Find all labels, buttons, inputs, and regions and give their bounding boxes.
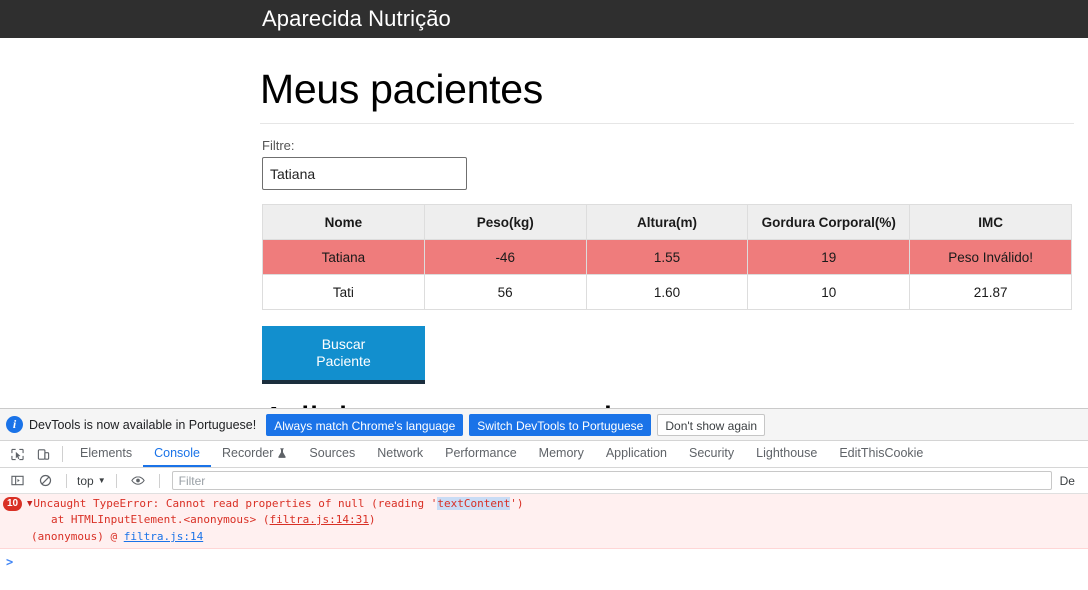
tab-label: Lighthouse xyxy=(756,446,818,460)
error-summary-line: 10 ▼ Uncaught TypeError: Cannot read pro… xyxy=(0,496,1088,512)
devtools-panel: i DevTools is now available in Portugues… xyxy=(0,408,1088,590)
cell-imc: 21.87 xyxy=(909,274,1072,310)
tab-application[interactable]: Application xyxy=(595,441,678,467)
toolbar-divider xyxy=(115,473,117,488)
origin-source-link[interactable]: filtra.js:14 xyxy=(124,530,203,543)
stack-source-link[interactable]: filtra.js:14:31 xyxy=(270,513,369,526)
column-header-nome: Nome xyxy=(262,204,425,240)
flask-icon xyxy=(277,447,287,459)
column-header-imc: IMC xyxy=(909,204,1072,240)
filter-label: Filtre: xyxy=(262,138,295,153)
title-divider xyxy=(260,123,1074,124)
tab-performance[interactable]: Performance xyxy=(434,441,528,467)
cell-altura: 1.60 xyxy=(585,274,749,310)
devtools-tab-strip: Elements Console Recorder Sources Networ… xyxy=(0,441,1088,468)
error-count-badge: 10 xyxy=(3,497,22,511)
error-stack-line: at HTMLInputElement.<anonymous> (filtra.… xyxy=(0,512,1088,528)
devtools-language-notice: i DevTools is now available in Portugues… xyxy=(0,409,1088,441)
tab-editthiscookie[interactable]: EditThisCookie xyxy=(828,441,934,467)
error-text-after: ') xyxy=(510,497,524,510)
console-error-message[interactable]: 10 ▼ Uncaught TypeError: Cannot read pro… xyxy=(0,494,1088,549)
info-icon: i xyxy=(6,416,23,433)
cell-peso: -46 xyxy=(423,239,587,275)
cell-imc: Peso Inválido! xyxy=(909,239,1072,275)
cell-altura: 1.55 xyxy=(585,239,749,275)
search-button-label-line2: Paciente xyxy=(316,353,371,369)
web-page-viewport: Aparecida Nutrição Meus pacientes Filtre… xyxy=(0,0,1088,408)
page-title: Meus pacientes xyxy=(260,66,543,112)
inspect-element-icon[interactable] xyxy=(4,441,30,467)
log-levels-selector[interactable]: De xyxy=(1060,474,1078,488)
stack-prefix: at HTMLInputElement.<anonymous> ( xyxy=(51,513,270,526)
column-header-altura: Altura(m) xyxy=(585,204,749,240)
tab-label: Console xyxy=(154,446,200,460)
tab-security[interactable]: Security xyxy=(678,441,745,467)
table-row[interactable]: Tati 56 1.60 10 21.87 xyxy=(262,274,1072,310)
tab-elements[interactable]: Elements xyxy=(69,441,143,467)
error-origin-line: (anonymous) @ filtra.js:14 xyxy=(0,529,1088,545)
filter-input[interactable] xyxy=(262,157,467,190)
cell-nome: Tati xyxy=(262,274,425,310)
tab-label: Security xyxy=(688,446,735,460)
tab-console[interactable]: Console xyxy=(143,441,211,467)
tab-lighthouse[interactable]: Lighthouse xyxy=(745,441,828,467)
clear-console-icon[interactable] xyxy=(32,474,58,487)
site-brand-title: Aparecida Nutrição xyxy=(262,6,451,31)
live-expression-icon[interactable] xyxy=(125,474,151,487)
device-toolbar-icon[interactable] xyxy=(30,441,56,467)
toolbar-divider xyxy=(62,446,63,462)
page-container: Meus pacientes Filtre: Nome Peso(kg) Alt… xyxy=(258,38,1074,408)
error-text-before: Uncaught TypeError: Cannot read properti… xyxy=(33,497,438,510)
tab-label: Elements xyxy=(80,446,133,460)
column-header-gordura: Gordura Corporal(%) xyxy=(747,204,911,240)
toolbar-divider xyxy=(66,473,67,488)
context-label: top xyxy=(77,473,94,488)
cell-nome: Tatiana xyxy=(262,239,425,275)
error-text: Uncaught TypeError: Cannot read properti… xyxy=(33,496,524,512)
search-patient-button[interactable]: Buscar Paciente xyxy=(262,326,425,384)
tab-network[interactable]: Network xyxy=(366,441,434,467)
prompt-chevron-icon: > xyxy=(6,554,14,569)
toolbar-divider xyxy=(158,473,160,488)
column-header-peso: Peso(kg) xyxy=(423,204,587,240)
origin-prefix: (anonymous) @ xyxy=(31,530,124,543)
tab-memory[interactable]: Memory xyxy=(528,441,595,467)
search-button-label-line1: Buscar xyxy=(321,336,366,352)
dont-show-again-button[interactable]: Don't show again xyxy=(657,413,766,436)
tab-recorder[interactable]: Recorder xyxy=(211,441,298,467)
stack-suffix: ) xyxy=(368,513,376,526)
console-filter-input[interactable]: Filter xyxy=(171,471,1052,490)
notice-message: DevTools is now available in Portuguese! xyxy=(29,417,257,432)
console-toolbar: top ▼ Filter De xyxy=(0,468,1088,494)
cell-peso: 56 xyxy=(423,274,587,310)
always-match-language-button[interactable]: Always match Chrome's language xyxy=(266,413,464,436)
tab-label: Application xyxy=(605,446,667,460)
console-messages: 10 ▼ Uncaught TypeError: Cannot read pro… xyxy=(0,494,1088,582)
add-patient-section-title: Adicionar novo paciente xyxy=(260,398,1074,408)
tab-label: EditThisCookie xyxy=(839,446,924,460)
console-prompt-row[interactable]: > xyxy=(0,549,1088,571)
tab-label: Network xyxy=(377,446,424,460)
expand-arrow-icon[interactable]: ▼ xyxy=(27,496,32,512)
tab-sources[interactable]: Sources xyxy=(298,441,366,467)
execution-context-selector[interactable]: top ▼ xyxy=(75,474,108,488)
console-sidebar-icon[interactable] xyxy=(4,474,30,487)
tab-label: Recorder xyxy=(221,446,274,460)
switch-language-button[interactable]: Switch DevTools to Portuguese xyxy=(469,413,652,436)
table-row[interactable]: Tatiana -46 1.55 19 Peso Inválido! xyxy=(262,239,1072,275)
error-highlighted-token: textContent xyxy=(437,497,511,510)
table-header-row: Nome Peso(kg) Altura(m) Gordura Corporal… xyxy=(262,204,1072,240)
tab-label: Sources xyxy=(309,446,356,460)
chevron-down-icon: ▼ xyxy=(97,476,106,485)
cell-gordura: 19 xyxy=(747,239,911,275)
cell-gordura: 10 xyxy=(747,274,911,310)
site-navbar: Aparecida Nutrição xyxy=(0,0,1088,38)
tab-label: Performance xyxy=(445,446,517,460)
tab-label: Memory xyxy=(538,446,584,460)
patients-table: Nome Peso(kg) Altura(m) Gordura Corporal… xyxy=(262,204,1072,310)
